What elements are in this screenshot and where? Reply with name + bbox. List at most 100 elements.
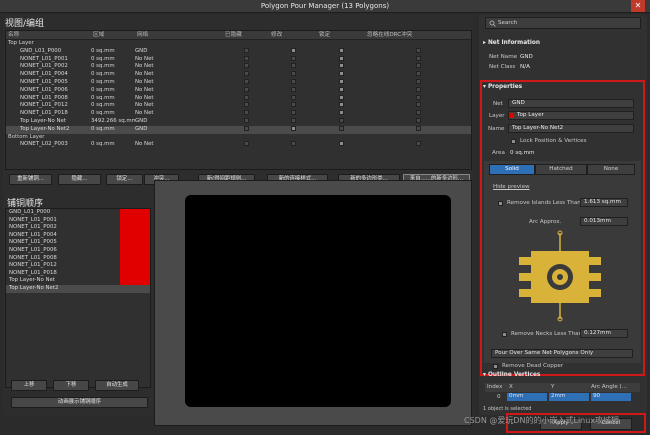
group-row[interactable]: Bottom Layer (6, 134, 471, 142)
necks-checkbox[interactable] (502, 332, 507, 337)
table-row[interactable]: Top Layer-No Net2 0 sq.mm GND (6, 125, 471, 134)
order-row[interactable]: NONET_L01_P001 (6, 216, 150, 225)
ignore-drc-checkbox[interactable] (415, 110, 421, 116)
table-row[interactable]: NONET_L01_P002 0 sq.mm No Net (6, 63, 471, 71)
move-down-button[interactable]: 下移 (53, 380, 89, 391)
fill-none-tab[interactable]: None (587, 164, 635, 175)
ignore-drc-checkbox[interactable] (415, 63, 421, 69)
table-row[interactable]: NONET_L01_P004 0 sq.mm No Net (6, 71, 471, 79)
islands-checkbox[interactable] (498, 201, 503, 206)
net-info-header[interactable]: ▸ Net Information (483, 40, 643, 46)
hidden-checkbox[interactable] (243, 71, 249, 77)
ignore-drc-checkbox[interactable] (415, 102, 421, 108)
locked-checkbox[interactable] (338, 141, 344, 147)
table-row[interactable]: NONET_L01_P005 0 sq.mm No Net (6, 78, 471, 87)
modified-checkbox[interactable] (290, 125, 296, 131)
locked-checkbox[interactable] (338, 102, 344, 108)
hidden-checkbox[interactable] (243, 125, 249, 131)
fill-solid-tab[interactable]: Solid (489, 164, 535, 175)
hidden-checkbox[interactable] (243, 86, 249, 92)
hidden-checkbox[interactable] (243, 117, 249, 123)
modified-checkbox[interactable] (290, 63, 296, 69)
order-row[interactable]: GND_L01_P000 (6, 209, 150, 217)
hidden-checkbox[interactable] (243, 94, 249, 100)
dead-copper-checkbox[interactable] (493, 364, 498, 369)
table-row[interactable]: NONET_L01_P008 0 sq.mm No Net (6, 94, 471, 103)
col-name[interactable]: 名称 (6, 31, 91, 39)
locked-checkbox[interactable] (338, 125, 344, 131)
locked-checkbox[interactable] (338, 110, 344, 116)
ignore-drc-checkbox[interactable] (415, 141, 421, 147)
outline-angle[interactable]: 90 (591, 393, 631, 401)
order-row[interactable]: Top Layer-No Net2 (6, 284, 150, 293)
hidden-checkbox[interactable] (243, 47, 249, 53)
hidden-checkbox[interactable] (243, 63, 249, 69)
modified-checkbox[interactable] (290, 102, 296, 108)
col-locked[interactable]: 锁定 (317, 31, 365, 39)
order-row[interactable]: NONET_L01_P012 (6, 262, 150, 270)
modified-checkbox[interactable] (290, 117, 296, 123)
locked-checkbox[interactable] (338, 86, 344, 92)
name-input[interactable]: Top Layer-No Net2 (508, 124, 634, 133)
table-row[interactable]: NONET_L02_P003 0 sq.mm No Net (6, 141, 471, 149)
modified-checkbox[interactable] (290, 47, 296, 53)
hide-button[interactable]: 隐藏... (58, 174, 101, 185)
lock-button[interactable]: 锁定... (106, 174, 143, 185)
locked-checkbox[interactable] (338, 63, 344, 69)
table-row[interactable]: NONET_L01_P018 0 sq.mm No Net (6, 110, 471, 118)
arc-input[interactable]: 0.013mm (580, 217, 628, 226)
modified-checkbox[interactable] (290, 141, 296, 147)
locked-checkbox[interactable] (338, 94, 344, 100)
table-row[interactable]: NONET_L01_P012 0 sq.mm No Net (6, 102, 471, 110)
hidden-checkbox[interactable] (243, 141, 249, 147)
ignore-drc-checkbox[interactable] (415, 117, 421, 123)
ignore-drc-checkbox[interactable] (415, 55, 421, 61)
order-row[interactable]: NONET_L01_P002 (6, 224, 150, 232)
necks-input[interactable]: 0.127mm (580, 329, 628, 338)
order-row[interactable]: NONET_L01_P005 (6, 239, 150, 247)
ignore-drc-checkbox[interactable] (415, 94, 421, 100)
locked-checkbox[interactable] (338, 47, 344, 53)
net-select[interactable]: GND (508, 99, 634, 108)
locked-checkbox[interactable] (338, 71, 344, 77)
properties-header[interactable]: ▾ Properties (483, 84, 643, 90)
locked-checkbox[interactable] (338, 78, 344, 84)
animate-order-button[interactable]: 动画展示铺铜顺序 (11, 397, 148, 408)
order-row[interactable]: NONET_L01_P018 (6, 269, 150, 278)
ignore-drc-checkbox[interactable] (415, 78, 421, 84)
auto-generate-button[interactable]: 自动生成 (95, 380, 139, 391)
hidden-checkbox[interactable] (243, 110, 249, 116)
table-row[interactable]: NONET_L01_P006 0 sq.mm No Net (6, 86, 471, 95)
modified-checkbox[interactable] (290, 55, 296, 61)
outline-y[interactable]: 2mm (549, 393, 589, 401)
col-area[interactable]: 区域 (91, 31, 135, 39)
search-input[interactable]: Search (485, 17, 641, 29)
move-up-button[interactable]: 上移 (11, 380, 47, 391)
modified-checkbox[interactable] (290, 71, 296, 77)
outline-x[interactable]: 0mm (507, 393, 547, 401)
hidden-checkbox[interactable] (243, 55, 249, 61)
table-row[interactable]: NONET_L01_P001 0 sq.mm No Net (6, 55, 471, 64)
ignore-drc-checkbox[interactable] (415, 71, 421, 77)
lock-checkbox[interactable] (511, 139, 516, 144)
ignore-drc-checkbox[interactable] (415, 125, 421, 131)
locked-checkbox[interactable] (338, 117, 344, 123)
modified-checkbox[interactable] (290, 78, 296, 84)
table-row[interactable]: GND_L01_P000 0 sq.mm GND (6, 47, 471, 56)
layer-select[interactable]: Top Layer (508, 111, 634, 120)
fill-hatched-tab[interactable]: Hatched (535, 164, 587, 175)
islands-input[interactable]: 1.613 sq.mm (580, 198, 628, 207)
col-modified[interactable]: 修改 (269, 31, 317, 39)
repour-button[interactable]: 重新铺铜... (9, 174, 52, 185)
modified-checkbox[interactable] (290, 86, 296, 92)
modified-checkbox[interactable] (290, 110, 296, 116)
table-row[interactable]: Top Layer-No Net 3492.266 sq.mm GND (6, 117, 471, 126)
col-ignore-drc[interactable]: 忽略在线DRC冲突 (365, 31, 471, 39)
col-net[interactable]: 网络 (135, 31, 223, 39)
hide-preview-link[interactable]: Hide preview (493, 184, 530, 190)
outline-row[interactable]: 0 0mm 2mm 90 (485, 393, 640, 401)
locked-checkbox[interactable] (338, 55, 344, 61)
modified-checkbox[interactable] (290, 94, 296, 100)
hidden-checkbox[interactable] (243, 102, 249, 108)
hidden-checkbox[interactable] (243, 78, 249, 84)
